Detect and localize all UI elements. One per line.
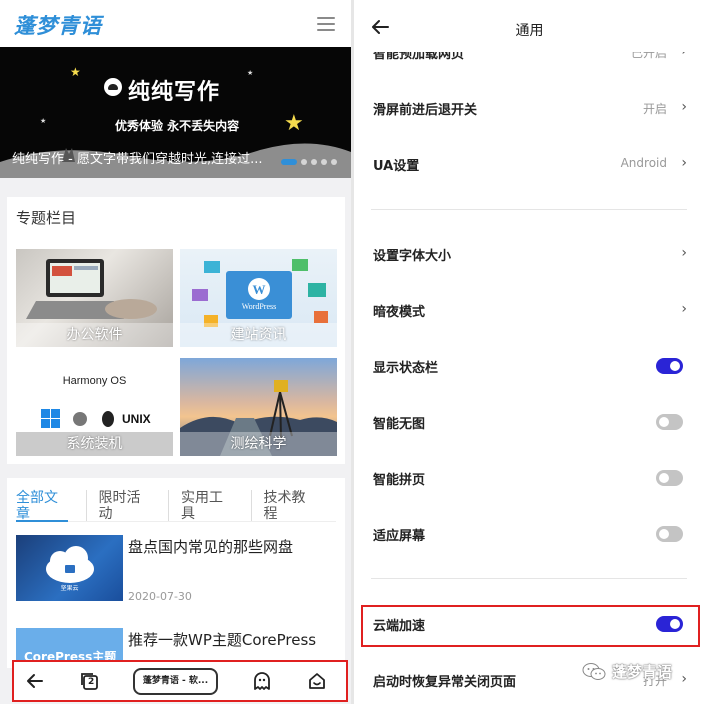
tile-label: 测绘科学	[180, 432, 337, 456]
chevron-right-icon: ›	[681, 245, 687, 261]
topic-tile-surveying[interactable]: 测绘科学	[180, 358, 337, 456]
unix-text: UNIX	[122, 412, 151, 426]
fit-screen-toggle[interactable]	[656, 526, 683, 542]
chevron-right-icon: ›	[681, 155, 687, 171]
watermark-text: 蓬梦青语	[612, 663, 673, 681]
topic-tile-office[interactable]: 办公软件	[16, 249, 173, 347]
row-label: 智能拼页	[373, 473, 426, 488]
row-label: UA设置	[373, 159, 420, 174]
row-label: 适应屏幕	[373, 529, 426, 544]
row-value: Android	[620, 156, 667, 170]
smart-no-image-toggle[interactable]	[656, 414, 683, 430]
article-thumbnail[interactable]: 坚果云	[16, 535, 123, 601]
slider-dot[interactable]	[281, 159, 297, 165]
settings-row-font-size[interactable]: 设置字体大小 ›	[373, 245, 689, 265]
smart-page-join-toggle[interactable]	[656, 470, 683, 486]
section-divider	[371, 209, 687, 210]
wechat-icon	[582, 662, 606, 680]
svg-text:W: W	[253, 282, 266, 297]
row-label: 设置字体大小	[373, 249, 452, 264]
topics-heading: 专题栏目	[16, 209, 77, 227]
settings-header: 通用	[354, 0, 705, 52]
article-date: 2020-07-30	[128, 590, 192, 603]
highlight-box-cloud-acceleration	[361, 605, 700, 647]
banner-slider[interactable]: ★ ★ ★ ★ 纯纯写作 优秀体验 永不丢失内容 纯纯写作 - 愿文字带我们穿越…	[0, 47, 351, 178]
settings-row-smart-page-join: 智能拼页	[373, 469, 689, 489]
row-value: 开启	[642, 102, 667, 116]
settings-row-ua[interactable]: UA设置 Android ›	[373, 155, 689, 175]
slider-dot[interactable]	[301, 159, 307, 165]
banner-title: 纯纯写作	[128, 80, 221, 105]
tab-tutorials[interactable]: 技术教程	[264, 490, 334, 522]
row-label: 滑屏前进后退开关	[373, 103, 478, 118]
row-label: 显示状态栏	[373, 361, 439, 376]
tab-all-articles[interactable]: 全部文章	[16, 490, 87, 522]
tab-tools[interactable]: 实用工具	[181, 490, 252, 522]
wordpress-text: WordPress	[241, 302, 277, 311]
row-label: 智能无图	[373, 417, 426, 432]
settings-row-fit-screen: 适应屏幕	[373, 525, 689, 545]
tab-limited-events[interactable]: 限时活动	[99, 490, 169, 522]
star-icon: ★	[70, 65, 81, 79]
active-tab-indicator	[16, 520, 68, 522]
settings-pane: 智能预加载网页 已开启 › 通用 滑屏前进后退开关 开启 › UA设置 Andr…	[354, 0, 705, 704]
settings-row-dark-mode[interactable]: 暗夜模式 ›	[373, 301, 689, 321]
tile-label: 系统装机	[16, 432, 173, 456]
slider-dot[interactable]	[311, 159, 317, 165]
star-icon: ★	[247, 69, 254, 77]
settings-row-status-bar: 显示状态栏	[373, 357, 689, 377]
chevron-right-icon: ›	[681, 301, 687, 317]
menu-icon[interactable]	[317, 17, 335, 31]
section-divider	[371, 578, 687, 579]
site-logo[interactable]: 蓬梦青语	[14, 10, 102, 40]
browser-page-pane: 蓬梦青语 ★ ★ ★ ★ 纯纯写作 优秀体验 永不丢失内容 纯纯写作 - 愿文字…	[0, 0, 351, 704]
tile-label: 建站资讯	[180, 323, 337, 347]
chevron-right-icon: ›	[681, 671, 687, 687]
article-title[interactable]: 推荐一款WP主题CorePress	[128, 629, 338, 650]
row-label: 启动时恢复异常关闭页面	[373, 675, 517, 690]
slider-dot[interactable]	[321, 159, 327, 165]
tile-label: 办公软件	[16, 323, 173, 347]
article-tabs: 全部文章 限时活动 实用工具 技术教程	[16, 490, 345, 522]
settings-row-smart-no-image: 智能无图	[373, 413, 689, 433]
settings-row-swipe-navigation[interactable]: 滑屏前进后退开关 开启 ›	[373, 99, 689, 119]
articles-card: 全部文章 限时活动 实用工具 技术教程 坚果云 盘点国内常见的那些网盘 2020…	[7, 478, 345, 668]
thumb-caption: 坚果云	[60, 585, 79, 592]
site-header: 蓬梦青语	[0, 0, 351, 47]
row-label: 暗夜模式	[373, 305, 426, 320]
status-bar-toggle[interactable]	[656, 358, 683, 374]
slider-dots[interactable]	[281, 159, 337, 165]
slider-dot[interactable]	[331, 159, 337, 165]
topics-card: 专题栏目 办公软件 W WordPress 建站资讯 Harmony OS UN…	[7, 197, 345, 464]
topic-tile-os-install[interactable]: Harmony OS UNIX 系统装机	[16, 358, 173, 456]
app-logo-icon	[104, 78, 122, 96]
topic-tile-website[interactable]: W WordPress 建站资讯	[180, 249, 337, 347]
watermark: 蓬梦青语	[582, 661, 672, 682]
banner-caption[interactable]: 纯纯写作 - 愿文字带我们穿越时光,连接过...	[12, 148, 274, 167]
chevron-right-icon: ›	[681, 99, 687, 115]
article-title[interactable]: 盘点国内常见的那些网盘	[128, 536, 338, 557]
page-title: 通用	[515, 23, 544, 39]
highlight-box-toolbar	[12, 660, 348, 702]
